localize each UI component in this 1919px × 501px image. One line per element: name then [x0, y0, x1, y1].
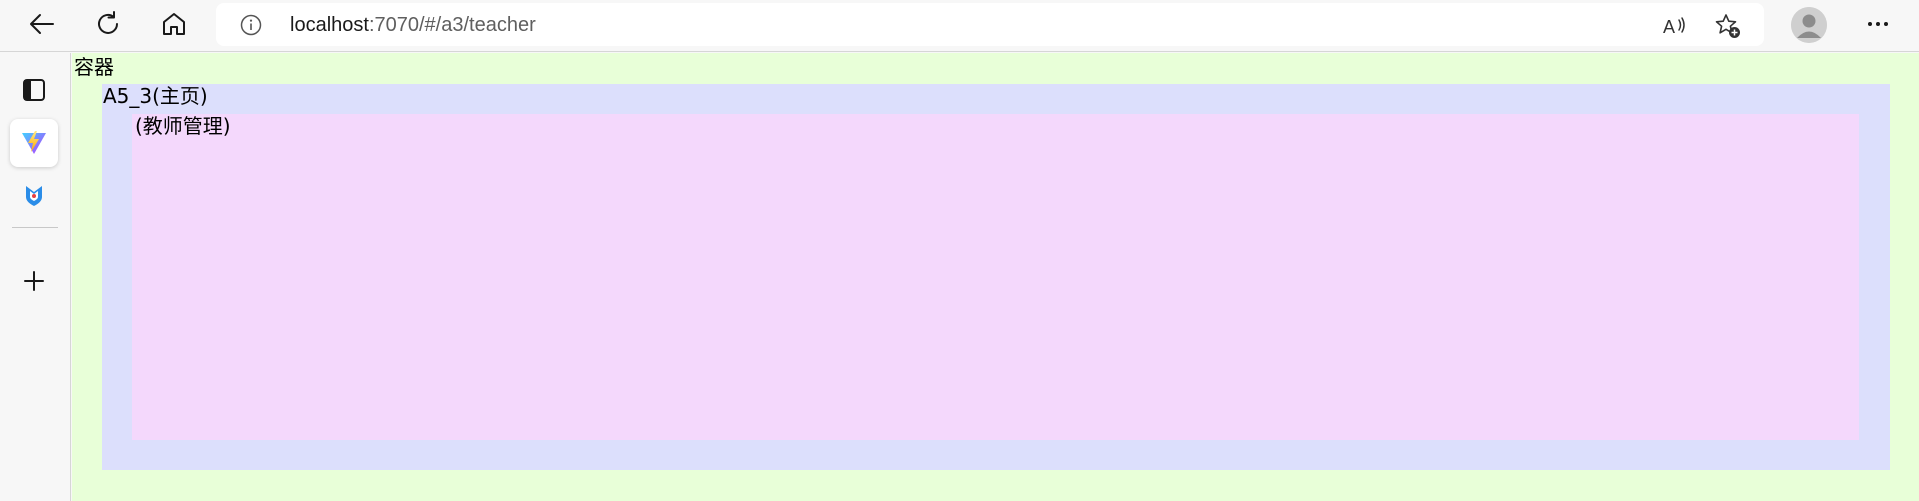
- more-options-button[interactable]: [1858, 4, 1898, 44]
- shield-extension-icon: [26, 186, 42, 206]
- read-aloud-icon[interactable]: A: [1661, 12, 1689, 40]
- browser-sidebar: [0, 53, 71, 501]
- back-arrow-icon: [30, 14, 54, 34]
- vite-app-icon: [22, 131, 46, 154]
- address-bar[interactable]: localhost:7070/#/a3/teacher A: [216, 3, 1764, 46]
- shield-extension-button[interactable]: [10, 171, 58, 219]
- home-icon: [163, 13, 185, 35]
- home-panel: A5_3(主页) (教师管理): [102, 84, 1890, 470]
- tab-actions-button[interactable]: [10, 66, 58, 114]
- sidebar-divider: [12, 227, 58, 228]
- add-favorite-icon[interactable]: [1714, 12, 1742, 40]
- refresh-icon: [98, 11, 118, 34]
- home-label: A5_3(主页): [103, 84, 208, 108]
- back-button[interactable]: [22, 4, 62, 44]
- tab-actions-icon: [23, 79, 45, 101]
- refresh-button[interactable]: [88, 4, 128, 44]
- info-icon[interactable]: [240, 14, 262, 36]
- url-host: localhost: [290, 14, 369, 36]
- teacher-management-panel: (教师管理): [132, 114, 1859, 440]
- teacher-label: (教师管理): [135, 114, 231, 138]
- home-button[interactable]: [154, 4, 194, 44]
- add-icon: [24, 271, 44, 291]
- container-label: 容器: [74, 55, 114, 79]
- url-path: :7070/#/a3/teacher: [368, 14, 536, 36]
- url-text[interactable]: localhost:7070/#/a3/teacher: [290, 14, 536, 36]
- svg-text:A: A: [1663, 17, 1675, 37]
- add-sidebar-button[interactable]: [10, 257, 58, 305]
- more-options-icon: [1868, 22, 1888, 26]
- vite-app-button[interactable]: [10, 119, 58, 167]
- profile-icon: [1791, 7, 1827, 43]
- profile-avatar[interactable]: [1791, 7, 1827, 43]
- container-panel: 容器 A5_3(主页) (教师管理): [72, 53, 1919, 501]
- browser-toolbar: localhost:7070/#/a3/teacher A: [0, 0, 1919, 52]
